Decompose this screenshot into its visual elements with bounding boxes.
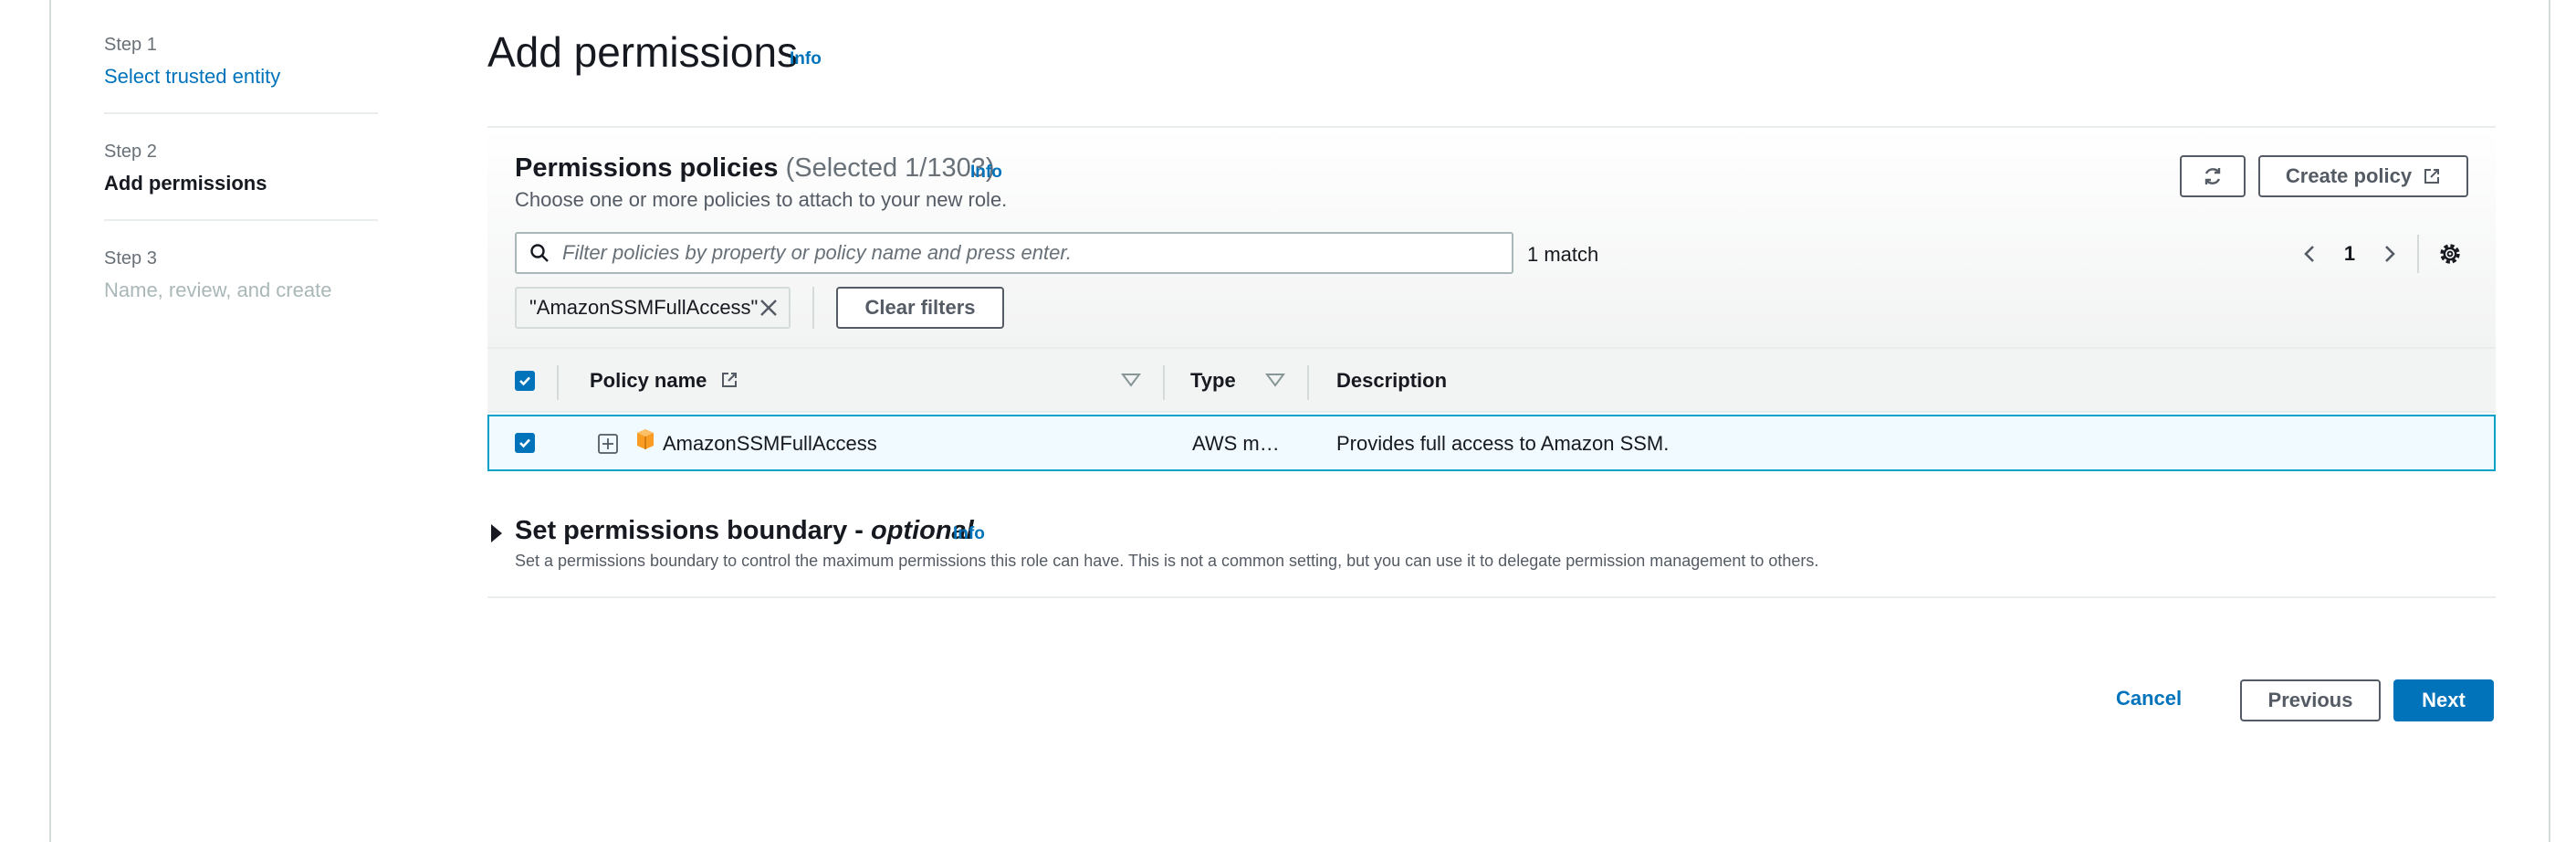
policy-name-link[interactable]: AmazonSSMFullAccess [663, 432, 877, 456]
sort-down-icon [1265, 374, 1285, 387]
remove-filter-button[interactable] [758, 297, 780, 324]
left-border [49, 0, 51, 842]
pagination: 1 [2295, 234, 2465, 274]
aws-policy-icon [635, 427, 655, 456]
policy-name-header-label: Policy name [590, 369, 707, 392]
cancel-button[interactable]: Cancel [2116, 687, 2182, 710]
column-divider [557, 365, 559, 400]
caret-right-icon [491, 524, 502, 542]
previous-page-button[interactable] [2295, 243, 2324, 265]
right-border [2549, 0, 2550, 842]
gear-icon [2440, 244, 2460, 264]
policy-filter-input[interactable] [562, 241, 1475, 265]
policy-filter-field[interactable] [515, 232, 1513, 274]
sort-icon[interactable] [1265, 373, 1285, 392]
policies-info-link[interactable]: Info [970, 163, 1002, 183]
boundary-info-link[interactable]: Info [953, 524, 985, 544]
step-3: Step 3 Name, review, and create [104, 248, 378, 326]
permissions-policies-panel: Permissions policies (Selected 1/1303) I… [487, 126, 2496, 471]
step-2: Step 2 Add permissions [104, 142, 378, 221]
preferences-button[interactable] [2435, 242, 2465, 266]
wizard-steps: Step 1 Select trusted entity Step 2 Add … [104, 35, 378, 353]
policy-description: Provides full access to Amazon SSM. [1336, 432, 1670, 455]
type-column-header[interactable]: Type [1190, 369, 1236, 393]
step-3-title: Name, review, and create [104, 279, 332, 301]
close-icon [760, 300, 777, 316]
policy-name-column-header[interactable]: Policy name [590, 369, 738, 393]
match-count: 1 match [1527, 243, 1599, 266]
sort-down-icon [1121, 374, 1141, 387]
external-link-icon [2424, 169, 2440, 184]
row-checkbox[interactable] [515, 433, 535, 453]
select-all-checkbox[interactable] [515, 371, 535, 391]
checkbox-checked-icon [519, 376, 530, 386]
step-1-link[interactable]: Select trusted entity [104, 65, 378, 89]
page-title: Add permissions [487, 28, 799, 76]
create-policy-label: Create policy [2285, 164, 2413, 187]
policies-title: Permissions policies (Selected 1/1303) [515, 153, 995, 184]
filter-token-label: "AmazonSSMFullAccess" [529, 296, 759, 319]
clear-filters-button[interactable]: Clear filters [836, 287, 1004, 329]
step-2-number: Step 2 [104, 142, 157, 162]
search-icon [530, 244, 549, 262]
expand-row-button[interactable] [597, 433, 619, 459]
table-row[interactable]: AmazonSSMFullAccess AWS m… Provides full… [487, 415, 2496, 471]
policy-table-header: Policy name Type Description [487, 347, 2496, 413]
pager-divider [2417, 235, 2419, 273]
policies-title-text: Permissions policies [515, 153, 779, 183]
column-divider [1307, 365, 1309, 400]
description-column-header: Description [1336, 369, 1448, 392]
refresh-button[interactable] [2180, 155, 2246, 197]
filter-token: "AmazonSSMFullAccess" [515, 287, 791, 329]
checkbox-checked-icon [519, 438, 530, 448]
previous-button[interactable]: Previous [2240, 679, 2381, 721]
step-1: Step 1 Select trusted entity [104, 35, 378, 114]
boundary-title-text: Set permissions boundary - [515, 516, 864, 545]
current-page[interactable]: 1 [2324, 242, 2375, 266]
boundary-expand-toggle[interactable] [489, 522, 504, 549]
refresh-icon [2204, 168, 2221, 184]
boundary-title[interactable]: Set permissions boundary - optional [515, 516, 974, 546]
create-policy-button[interactable]: Create policy [2258, 155, 2468, 197]
column-divider [1163, 365, 1165, 400]
chevron-right-icon [2385, 246, 2395, 262]
chevron-left-icon [2304, 246, 2314, 262]
policy-type: AWS m… [1192, 432, 1280, 455]
step-2-title: Add permissions [104, 172, 267, 195]
token-divider [812, 287, 814, 329]
boundary-divider [487, 596, 2496, 598]
step-3-number: Step 3 [104, 248, 157, 268]
policies-description: Choose one or more policies to attach to… [515, 188, 1008, 211]
step-1-number: Step 1 [104, 35, 157, 55]
external-link-icon [721, 373, 737, 387]
next-button[interactable]: Next [2393, 679, 2494, 721]
expand-icon [598, 434, 618, 454]
boundary-description: Set a permissions boundary to control th… [515, 552, 1819, 570]
policies-selected-count: (Selected 1/1303) [785, 153, 995, 183]
sort-icon[interactable] [1121, 373, 1141, 392]
next-page-button[interactable] [2375, 243, 2404, 265]
page-info-link[interactable]: Info [790, 49, 822, 69]
